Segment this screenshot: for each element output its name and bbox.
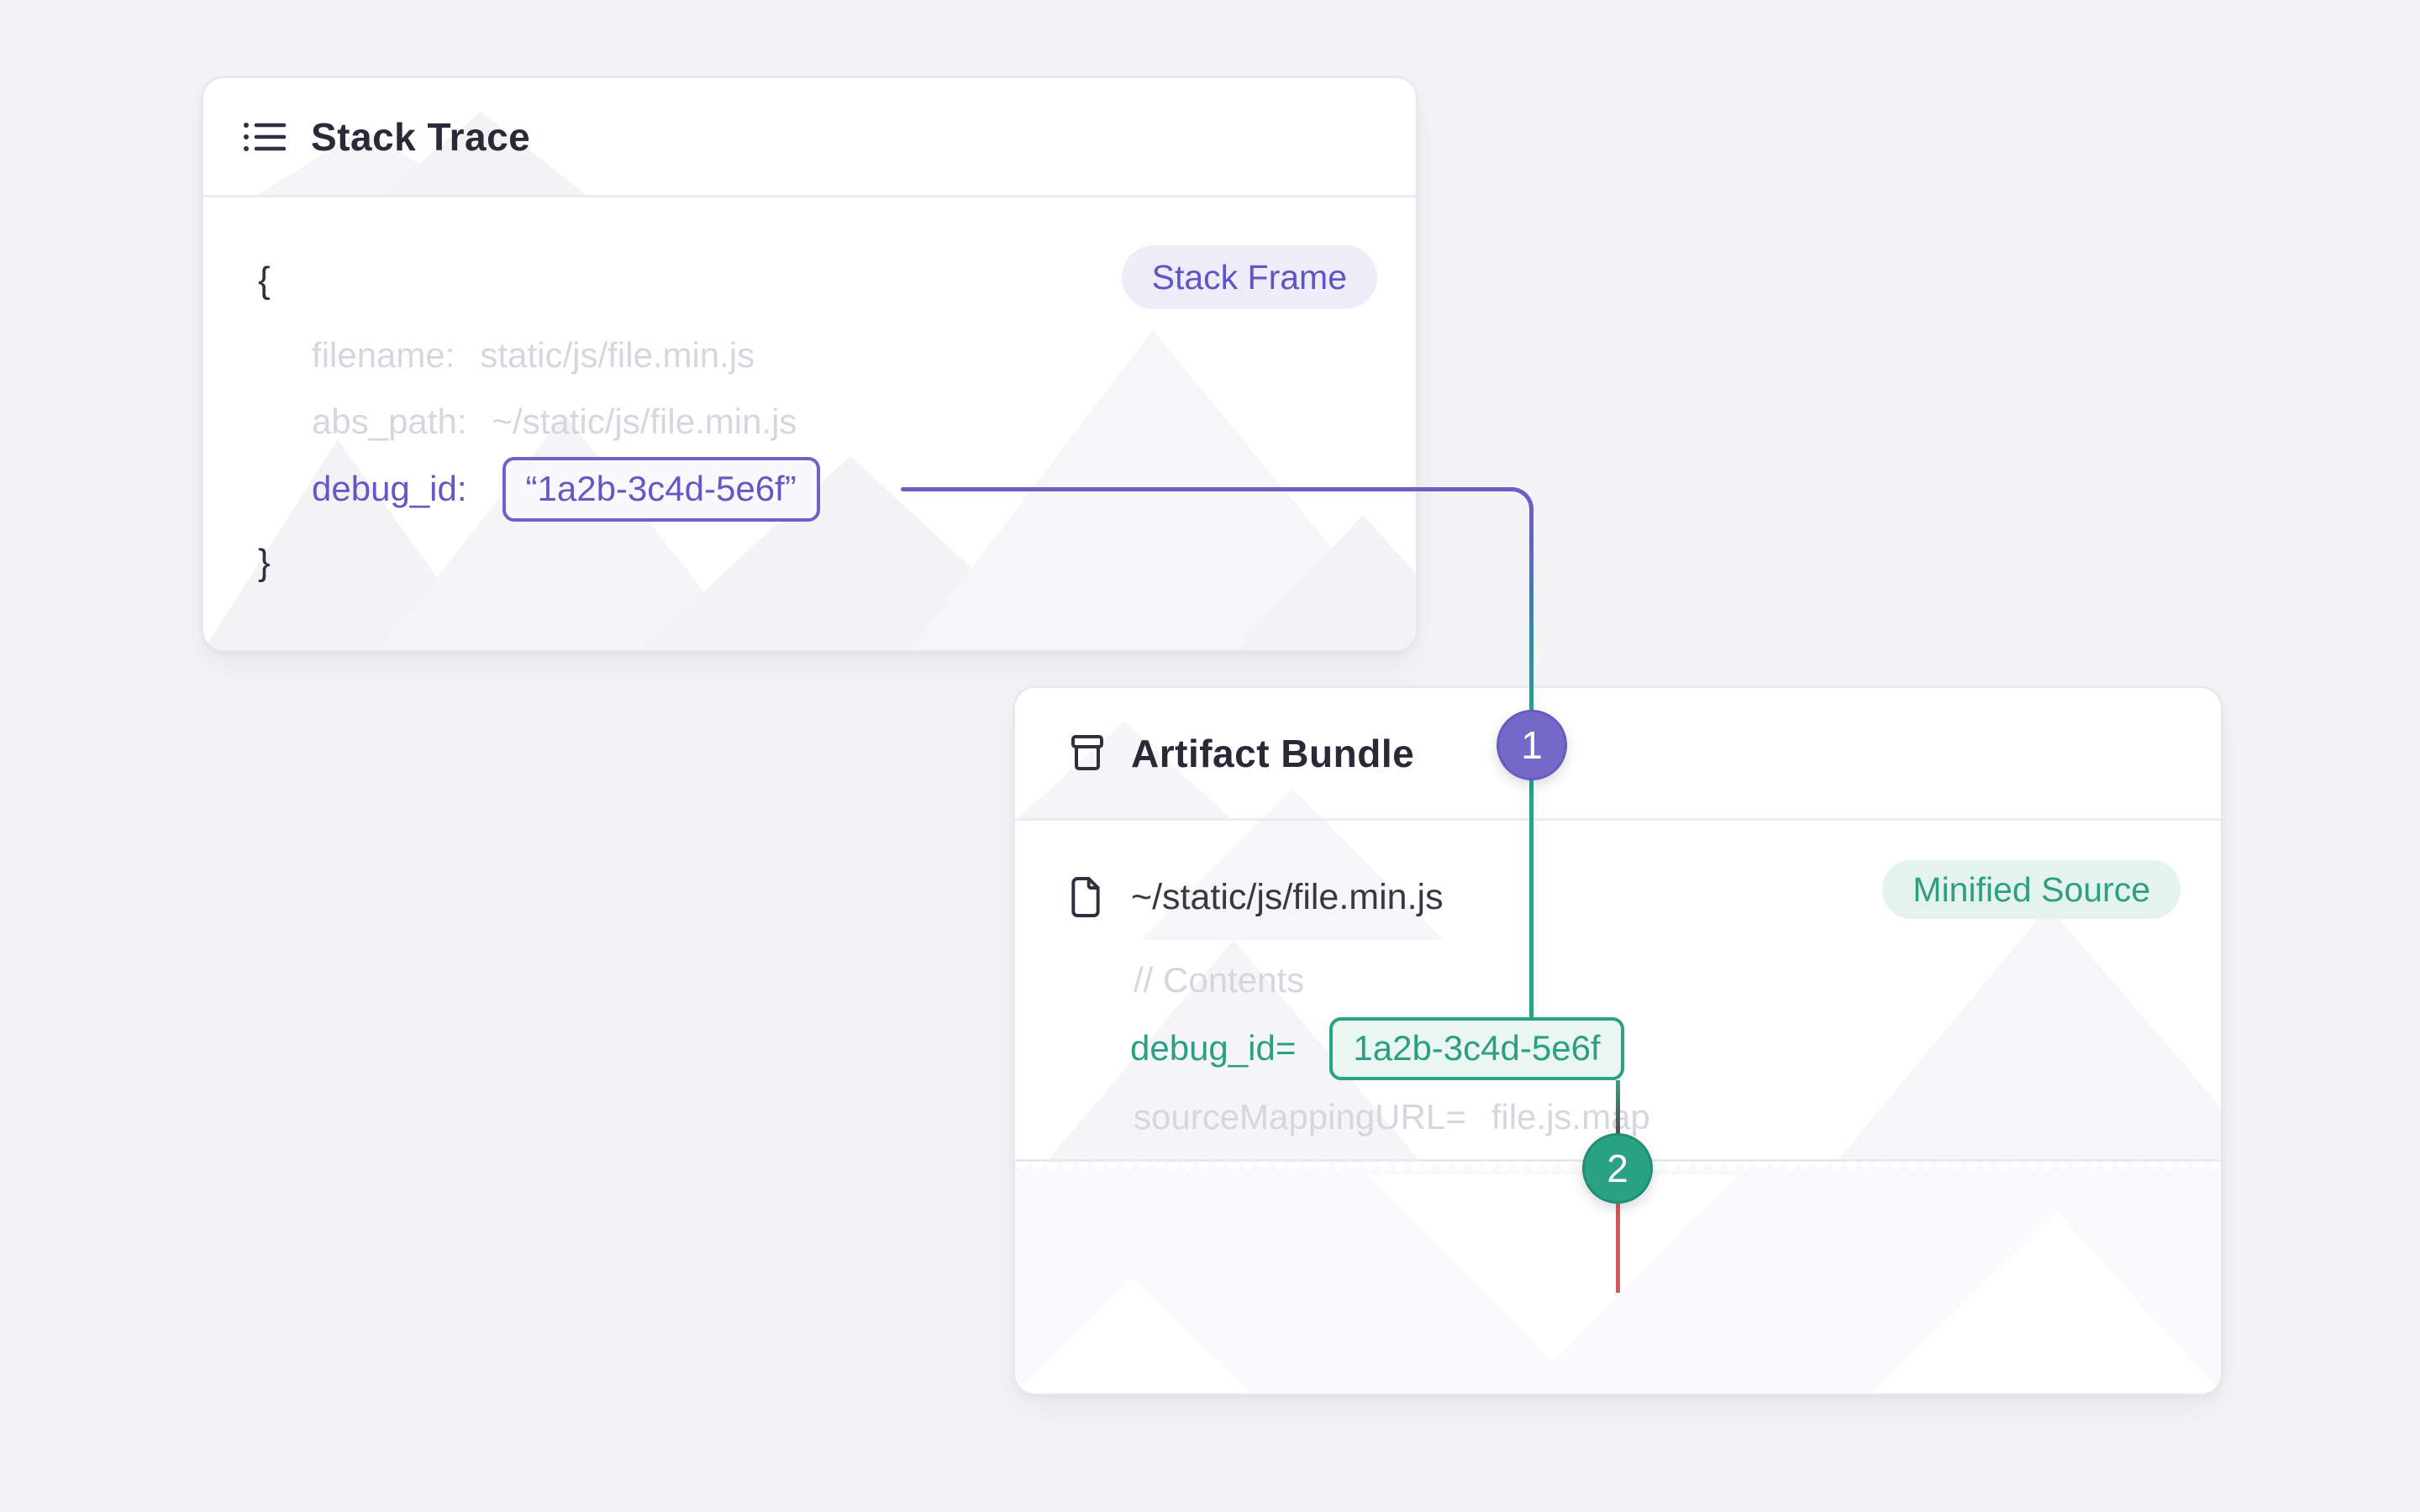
json-open-brace: { — [258, 252, 271, 309]
source-mapping-url-label: sourceMappingURL= — [1134, 1097, 1466, 1137]
debug-id-row: debug_id: “1a2b-3c4d-5e6f” — [312, 434, 820, 543]
connector-debug-id-corner — [1494, 487, 1534, 527]
debug-id-label: debug_id: — [312, 469, 467, 509]
connector-bundle-to-map-upper — [1616, 1080, 1620, 1136]
step-2-marker: 2 — [1582, 1133, 1653, 1204]
filename-value: static/js/file.min.js — [480, 335, 755, 375]
filename-label: filename: — [312, 335, 455, 375]
minified-file-path: ~/static/js/file.min.js — [1131, 877, 1444, 918]
list-icon — [242, 118, 287, 155]
artifact-bundle-header: Artifact Bundle — [1015, 688, 2221, 821]
bundle-debug-id-label: debug_id= — [1130, 1028, 1296, 1068]
filename-row: filename: static/js/file.min.js — [312, 327, 755, 384]
stack-trace-header: Stack Trace — [203, 78, 1416, 197]
stack-trace-title: Stack Trace — [311, 114, 530, 160]
source-mapping-url-value: file.js.map — [1491, 1097, 1650, 1137]
archive-box-icon — [1065, 732, 1109, 774]
json-close-brace: } — [258, 534, 271, 591]
source-mapping-url-row: sourceMappingURL= file.js.map — [1134, 1089, 1650, 1146]
minified-source-badge: Minified Source — [1882, 860, 2181, 919]
bundle-debug-id-value-box: 1a2b-3c4d-5e6f — [1329, 1017, 1623, 1080]
stack-trace-card: Stack Trace { Stack Frame filename: stat… — [202, 76, 1418, 652]
bundle-debug-id-row: debug_id= 1a2b-3c4d-5e6f — [1130, 994, 1624, 1103]
step-1-marker: 1 — [1497, 710, 1567, 780]
minified-file-row: ~/static/js/file.min.js — [1067, 868, 1444, 927]
debug-id-value-box: “1a2b-3c4d-5e6f” — [502, 457, 820, 522]
stack-frame-badge: Stack Frame — [1122, 245, 1377, 309]
connector-debug-id-horizontal — [901, 487, 1516, 491]
connector-bundle-to-map-lower — [1616, 1200, 1620, 1293]
debug-id-diagram: Stack Trace { Stack Frame filename: stat… — [0, 0, 2420, 1512]
file-icon — [1067, 874, 1104, 920]
artifact-bundle-title: Artifact Bundle — [1131, 731, 1414, 776]
